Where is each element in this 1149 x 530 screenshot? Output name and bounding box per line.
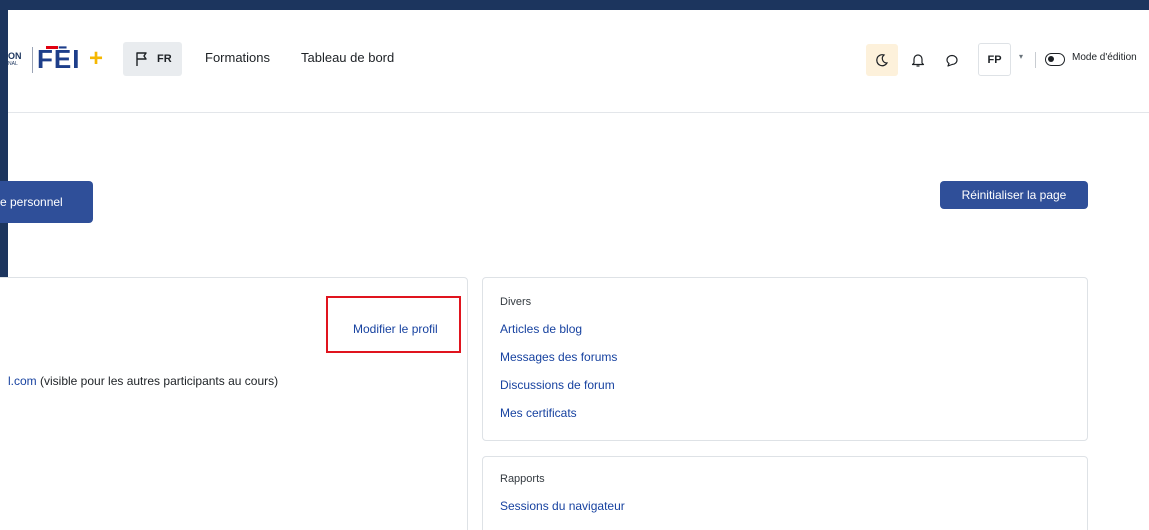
user-avatar[interactable]: FP — [978, 43, 1011, 76]
forum-posts-link[interactable]: Messages des forums — [500, 350, 617, 364]
certificates-link[interactable]: Mes certificats — [500, 406, 577, 420]
language-menu-button[interactable]: FR — [123, 42, 182, 76]
customize-profile-button[interactable]: e personnel — [0, 181, 93, 223]
toggle-icon[interactable] — [1045, 53, 1065, 66]
chevron-down-icon[interactable]: ▾ — [1019, 52, 1023, 61]
top-navbar: ON NAL FĒI + FR Formations Tableau de bo… — [8, 10, 1149, 113]
logo-accent-bar — [46, 46, 58, 49]
nav-formations[interactable]: Formations — [205, 50, 270, 65]
language-code: FR — [157, 53, 172, 65]
window-frame-top — [0, 0, 1149, 10]
logo-divider — [32, 47, 33, 73]
bell-icon — [911, 53, 925, 67]
reset-page-button[interactable]: Réinitialiser la page — [940, 181, 1088, 209]
nav-tableau-de-bord[interactable]: Tableau de bord — [301, 50, 394, 65]
logo-plus: + — [89, 45, 104, 72]
divers-card: Divers Articles de blog Messages des for… — [482, 277, 1088, 441]
browser-sessions-link[interactable]: Sessions du navigateur — [500, 499, 625, 513]
email-line: l.com (visible pour les autres participa… — [8, 374, 278, 388]
rapports-card: Rapports Sessions du navigateur — [482, 456, 1088, 530]
edit-mode-label: Mode d'édition — [1072, 52, 1137, 63]
email-visibility-note: (visible pour les autres participants au… — [36, 374, 279, 388]
card-title: Rapports — [500, 473, 545, 485]
forum-discussions-link[interactable]: Discussions de forum — [500, 378, 615, 392]
flag-icon — [136, 52, 147, 66]
chat-icon — [945, 54, 958, 67]
highlight-annotation — [326, 296, 461, 353]
moon-icon — [876, 54, 889, 67]
divider — [1035, 52, 1036, 68]
blog-entries-link[interactable]: Articles de blog — [500, 322, 582, 336]
partner-logo-fragment: ON NAL — [8, 51, 22, 68]
messages-button[interactable] — [938, 44, 966, 76]
card-title: Divers — [500, 296, 532, 308]
email-address[interactable]: l.com — [8, 374, 37, 388]
site-logo[interactable]: FĒI — [37, 45, 80, 73]
notifications-button[interactable] — [904, 44, 932, 76]
dark-mode-button[interactable] — [866, 44, 898, 76]
